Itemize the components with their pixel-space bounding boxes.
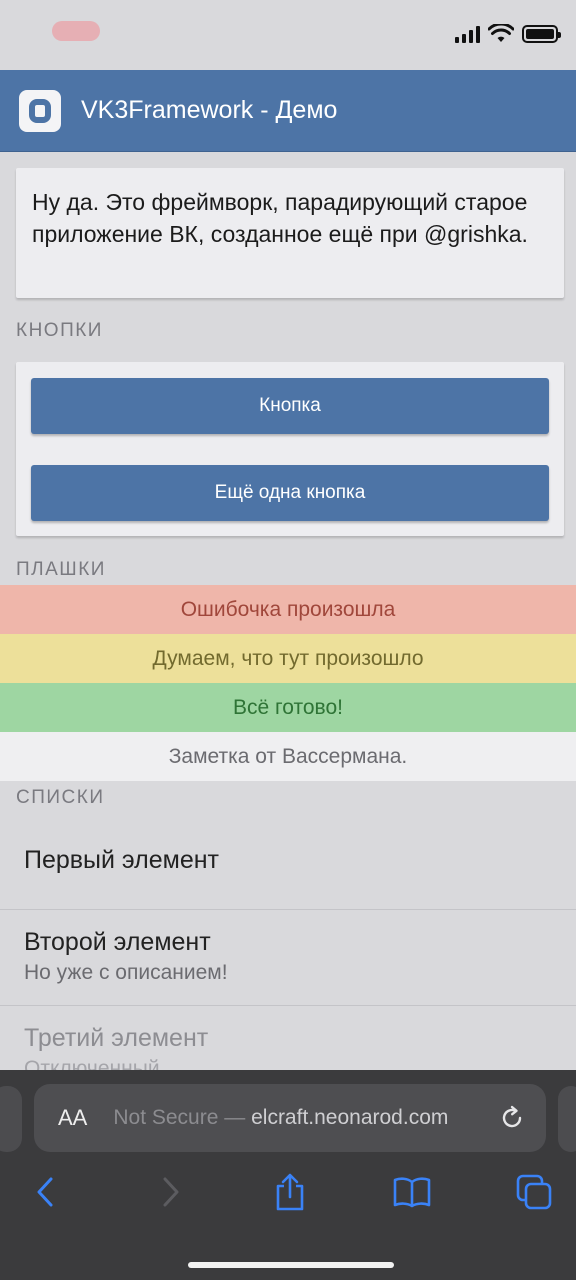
browser-toolbar: AA Not Secure — elcraft.neonarod.com <box>0 1070 576 1280</box>
book-icon <box>393 1177 431 1208</box>
home-indicator[interactable] <box>188 1262 394 1268</box>
success-plate: Всё готово! <box>0 683 576 732</box>
list-item-title: Первый элемент <box>24 846 219 874</box>
primary-button[interactable]: Кнопка <box>31 378 549 434</box>
list-item-second[interactable]: Второй элемент Но уже с описанием! <box>0 910 576 1006</box>
list-item-title: Третий элемент <box>24 1024 209 1052</box>
url-host: elcraft.neonarod.com <box>251 1106 449 1129</box>
share-button[interactable] <box>268 1170 312 1214</box>
app-logo-icon <box>19 89 61 132</box>
section-label-plates: ПЛАШКИ <box>16 559 106 580</box>
section-label-buttons: КНОПКИ <box>16 320 103 341</box>
intro-text: Ну да. Это фреймворк, парадирующий старо… <box>32 189 528 247</box>
warning-plate: Думаем, что тут произошло <box>0 634 576 683</box>
section-label-lists: СПИСКИ <box>16 787 105 808</box>
list-item-title: Второй элемент <box>24 928 211 956</box>
chevron-right-icon <box>163 1177 179 1207</box>
list-item-first[interactable]: Первый элемент <box>0 812 576 910</box>
reload-icon[interactable] <box>498 1104 526 1132</box>
buttons-card: Кнопка Ещё одна кнопка <box>16 362 564 536</box>
note-plate: Заметка от Вассермана. <box>0 732 576 781</box>
screen-recording-indicator <box>52 21 100 41</box>
browser-nav-row <box>0 1170 576 1220</box>
battery-icon <box>522 24 561 43</box>
chevron-left-icon <box>37 1177 53 1207</box>
status-icons <box>455 24 561 43</box>
secondary-button[interactable]: Ещё одна кнопка <box>31 465 549 521</box>
list-item-description: Но уже с описанием! <box>24 961 228 984</box>
previous-tab-preview[interactable] <box>0 1086 22 1152</box>
app-header: VK3Framework - Демо <box>0 70 576 152</box>
url-text: Not Secure — elcraft.neonarod.com <box>113 1106 448 1130</box>
share-icon <box>276 1173 304 1211</box>
next-tab-preview[interactable] <box>558 1086 576 1152</box>
intro-card: Ну да. Это фреймворк, парадирующий старо… <box>16 168 564 298</box>
status-bar <box>0 0 576 70</box>
wifi-icon <box>488 24 514 42</box>
bookmarks-button[interactable] <box>390 1170 434 1214</box>
address-bar[interactable]: AA Not Secure — elcraft.neonarod.com <box>34 1084 546 1152</box>
security-label: Not Secure — <box>113 1106 246 1129</box>
cellular-signal-icon <box>455 25 480 43</box>
app-title: VK3Framework - Демо <box>81 96 338 124</box>
back-button[interactable] <box>24 1170 68 1214</box>
error-plate: Ошибочка произошла <box>0 585 576 634</box>
tabs-button[interactable] <box>512 1170 556 1214</box>
page-settings-button[interactable]: AA <box>58 1105 87 1131</box>
forward-button[interactable] <box>148 1170 192 1214</box>
tabs-icon <box>516 1174 552 1210</box>
